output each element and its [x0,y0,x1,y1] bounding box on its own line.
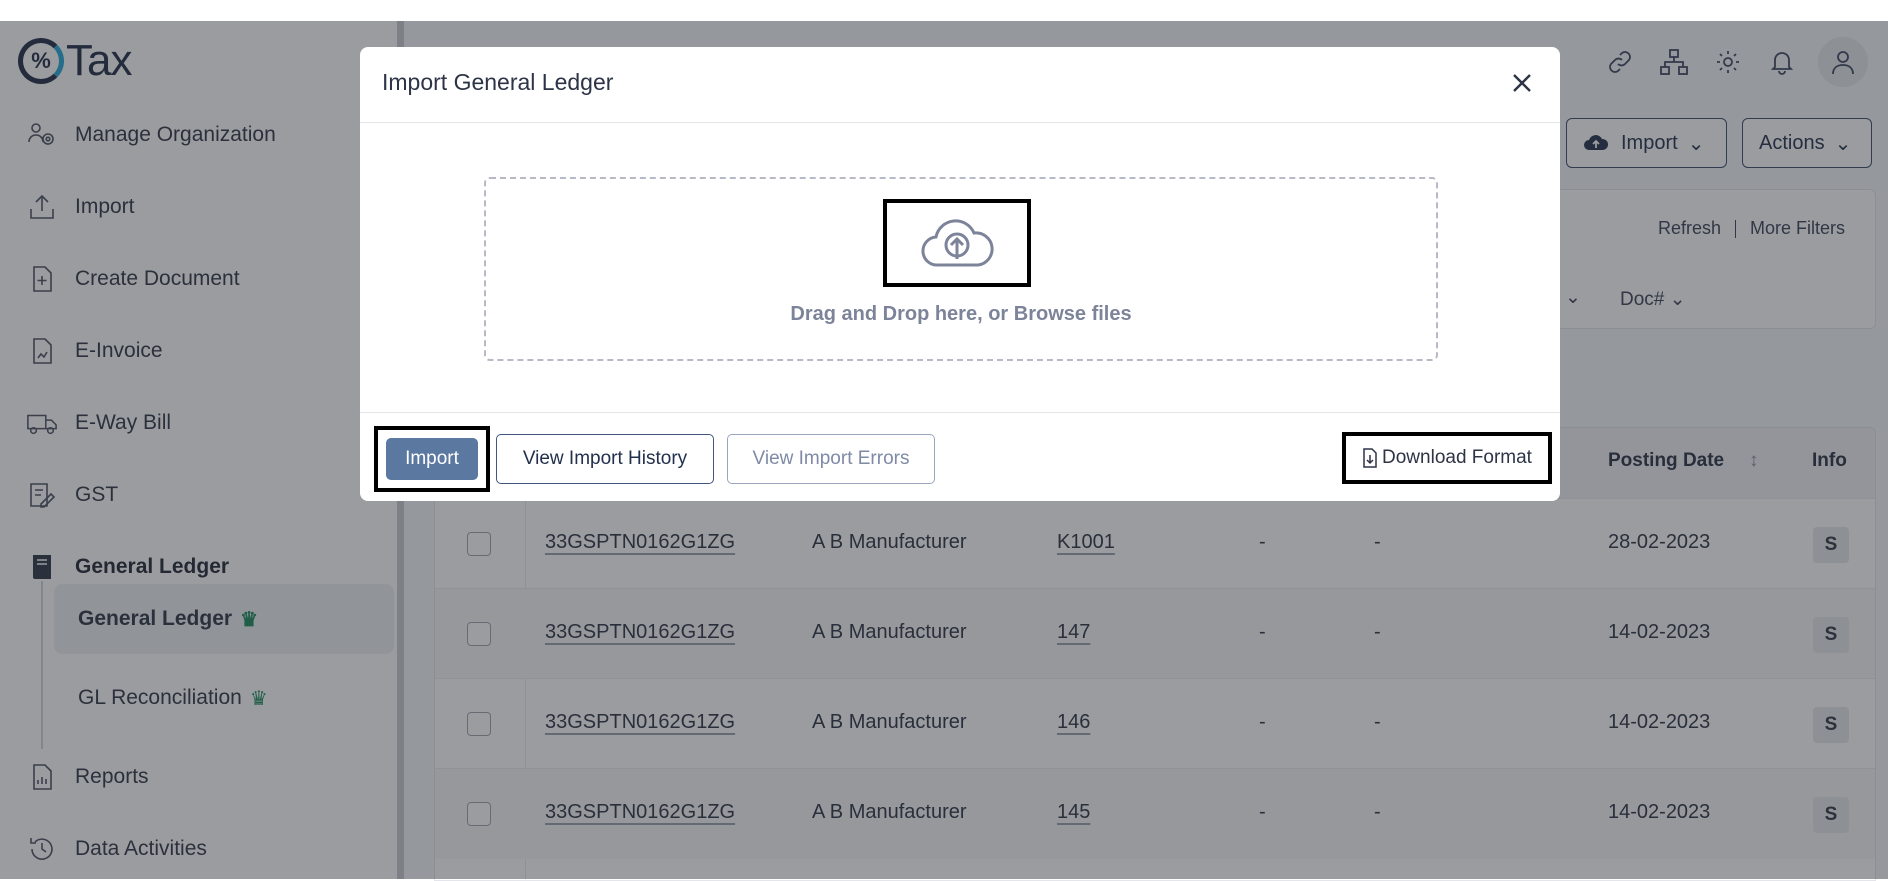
import-button-frame: Import [374,426,490,492]
cloud-upload-icon [921,219,994,267]
top-strip [0,0,1888,21]
modal-footer: Import View Import History View Import E… [360,412,1560,501]
file-download-icon [1363,448,1377,468]
close-icon [1513,74,1531,92]
import-general-ledger-modal: Import General Ledger Drag and Drop here… [360,47,1560,501]
modal-title: Import General Ledger [382,69,614,95]
download-format-button[interactable]: Download Format [1342,432,1552,484]
download-format-label: Download Format [1382,447,1532,468]
view-import-errors-button[interactable]: View Import Errors [727,434,935,484]
dropzone-text[interactable]: Drag and Drop here, or Browse files [486,303,1436,326]
upload-target[interactable] [883,199,1031,287]
import-button[interactable]: Import [386,438,478,480]
file-dropzone[interactable]: Drag and Drop here, or Browse files [484,177,1438,361]
view-import-history-button[interactable]: View Import History [496,434,714,484]
close-button[interactable] [1502,63,1542,103]
modal-header: Import General Ledger [360,47,1560,123]
